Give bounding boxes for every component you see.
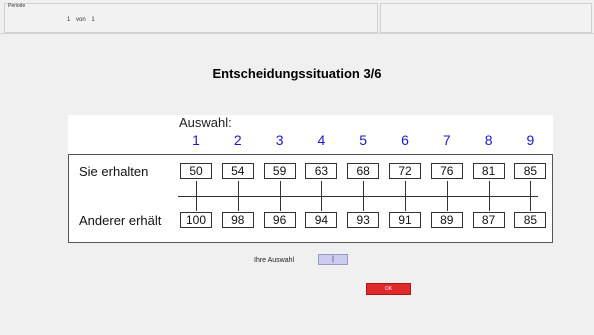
other-value-6: 91 [389, 212, 421, 228]
option-number-9: 9 [526, 132, 535, 148]
connector-vertical [488, 181, 490, 211]
you-value-4: 63 [305, 163, 338, 179]
row-label-other: Anderer erhält [79, 213, 162, 228]
top-bar: Periode 1 von 1 [0, 0, 594, 34]
connector-vertical [279, 181, 281, 211]
option-number-4: 4 [317, 132, 326, 148]
connector-vertical [405, 181, 406, 211]
period-panel: Periode 1 von 1 [4, 3, 378, 33]
choice-input[interactable]: | [318, 254, 348, 265]
option-number-3: 3 [275, 132, 284, 148]
connector-horizontal [178, 196, 538, 197]
option-number-1: 1 [192, 132, 200, 148]
you-value-3: 59 [263, 163, 296, 179]
connector-vertical [530, 181, 532, 211]
other-value-2: 98 [221, 212, 254, 228]
auswahl-label: Auswahl: [179, 115, 232, 130]
connector-vertical [237, 181, 239, 211]
other-value-5: 93 [347, 212, 380, 228]
you-value-7: 76 [430, 163, 463, 179]
option-number-8: 8 [484, 132, 493, 148]
option-number-5: 5 [359, 132, 368, 148]
ok-button[interactable]: OK [366, 283, 411, 295]
option-number-2: 2 [233, 132, 242, 148]
you-value-8: 81 [472, 163, 505, 179]
decision-panel: Auswahl: Sie erhalten Anderer erhält 1 50… [68, 115, 553, 243]
you-value-2: 54 [221, 163, 254, 179]
row-label-you: Sie erhalten [79, 164, 149, 179]
connector-vertical [196, 181, 197, 211]
other-value-9: 85 [514, 212, 547, 228]
page-title: Entscheidungssituation 3/6 [212, 66, 382, 81]
time-panel [380, 3, 592, 33]
you-value-6: 72 [389, 163, 421, 179]
connector-vertical [321, 181, 323, 211]
option-number-6: 6 [401, 132, 409, 148]
other-value-8: 87 [472, 212, 505, 228]
choice-label: Ihre Auswahl [254, 257, 295, 264]
option-number-7: 7 [442, 132, 451, 148]
you-value-5: 68 [347, 163, 380, 179]
other-value-3: 96 [263, 212, 296, 228]
period-value: 1 von 1 [67, 17, 95, 23]
other-value-1: 100 [180, 212, 212, 228]
other-value-7: 89 [430, 212, 463, 228]
you-value-9: 85 [514, 163, 547, 179]
connector-vertical [363, 181, 365, 211]
other-value-4: 94 [305, 212, 338, 228]
you-value-1: 50 [180, 163, 212, 179]
connector-vertical [446, 181, 448, 211]
period-label: Periode [8, 3, 26, 9]
